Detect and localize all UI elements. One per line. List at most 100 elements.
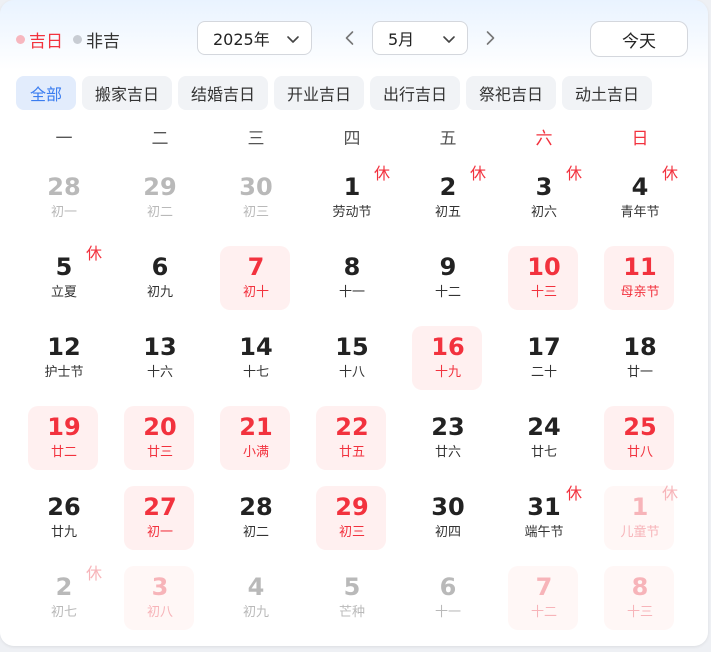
calendar-day-cell[interactable]: 9 十二 [400, 240, 496, 320]
calendar-day-cell[interactable]: 3 初六休 [496, 160, 592, 240]
tab-travel[interactable]: 出行吉日 [370, 76, 460, 110]
tab-moving[interactable]: 搬家吉日 [82, 76, 172, 110]
lunar-date: 十六 [146, 365, 173, 380]
lunar-date: 初一 [146, 525, 173, 540]
day-number: 30 [431, 493, 465, 521]
next-month-icon[interactable] [480, 28, 500, 48]
calendar-day-cell[interactable]: 2 初五休 [400, 160, 496, 240]
holiday-rest-badge: 休 [661, 164, 678, 183]
lunar-date: 儿童节 [620, 525, 660, 540]
calendar-day-cell[interactable]: 13 十六 [112, 320, 208, 400]
tab-worship[interactable]: 祭祀吉日 [466, 76, 556, 110]
holiday-rest-badge: 休 [85, 244, 102, 263]
calendar-day-cell[interactable]: 4 青年节休 [592, 160, 688, 240]
lunar-date: 初六 [530, 205, 557, 220]
day-number: 6 [439, 573, 457, 601]
calendar-day-cell[interactable]: 27 初一 [112, 480, 208, 560]
tab-all[interactable]: 全部 [16, 76, 76, 110]
lunar-date: 初七 [50, 605, 77, 620]
day-number: 24 [527, 413, 561, 441]
calendar-day-cell[interactable]: 12 护士节 [16, 320, 112, 400]
calendar-day-cell[interactable]: 1 劳动节休 [304, 160, 400, 240]
calendar-day-cell[interactable]: 8 十三 [592, 560, 688, 640]
lunar-date: 十七 [242, 365, 269, 380]
day-number: 8 [631, 573, 649, 601]
calendar-day-cell[interactable]: 3 初八 [112, 560, 208, 640]
calendar-day-cell[interactable]: 23 廿六 [400, 400, 496, 480]
calendar-day-cell[interactable]: 20 廿三 [112, 400, 208, 480]
calendar-day-cell[interactable]: 8 十一 [304, 240, 400, 320]
calendar-grid: 28 初一 29 初二 30 初三 1 劳动节休 2 初五休 3 初六休 4 青年节休 5 立夏休 6 初九 7 初十… [16, 160, 688, 640]
day-number: 27 [143, 493, 177, 521]
day-number: 28 [239, 493, 273, 521]
calendar-day-cell[interactable]: 2 初七休 [16, 560, 112, 640]
calendar-day-cell[interactable]: 5 立夏休 [16, 240, 112, 320]
tab-opening[interactable]: 开业吉日 [274, 76, 364, 110]
weekday-label: 六 [535, 129, 553, 149]
day-number: 11 [623, 253, 657, 281]
chevron-down-icon [443, 36, 455, 43]
month-select[interactable]: 5月 [372, 21, 468, 55]
tab-wedding[interactable]: 结婚吉日 [178, 76, 268, 110]
calendar-day-cell[interactable]: 18 廿一 [592, 320, 688, 400]
calendar-day-cell[interactable]: 30 初三 [208, 160, 304, 240]
calendar-day-cell[interactable]: 29 初二 [112, 160, 208, 240]
tab-groundbreaking[interactable]: 动土吉日 [562, 76, 652, 110]
calendar-day-cell[interactable]: 24 廿七 [496, 400, 592, 480]
day-number: 15 [335, 333, 369, 361]
calendar-day-cell[interactable]: 16 十九 [400, 320, 496, 400]
lunar-date: 端午节 [524, 525, 564, 540]
calendar-day-cell[interactable]: 31 端午节休 [496, 480, 592, 560]
day-number: 19 [47, 413, 81, 441]
holiday-rest-badge: 休 [661, 484, 678, 503]
calendar-week-row: 5 立夏休 6 初九 7 初十 8 十一 9 十二 10 十三 11 母亲节 [16, 240, 688, 320]
year-select[interactable]: 2025年 [197, 21, 312, 55]
day-number: 17 [527, 333, 561, 361]
calendar-day-cell[interactable]: 1 儿童节休 [592, 480, 688, 560]
prev-month-icon[interactable] [340, 28, 360, 48]
lunar-date: 立夏 [50, 285, 77, 300]
calendar-day-cell[interactable]: 28 初一 [16, 160, 112, 240]
calendar-day-cell[interactable]: 29 初三 [304, 480, 400, 560]
calendar-day-cell[interactable]: 14 十七 [208, 320, 304, 400]
lunar-date: 廿七 [530, 445, 557, 460]
calendar-week-row: 28 初一 29 初二 30 初三 1 劳动节休 2 初五休 3 初六休 4 青年节休 [16, 160, 688, 240]
weekday-label: 三 [247, 129, 265, 149]
day-number: 9 [439, 253, 457, 281]
lunar-date: 十三 [530, 285, 557, 300]
calendar-day-cell[interactable]: 7 十二 [496, 560, 592, 640]
calendar-day-cell[interactable]: 10 十三 [496, 240, 592, 320]
calendar-day-cell[interactable]: 7 初十 [208, 240, 304, 320]
calendar-day-cell[interactable]: 11 母亲节 [592, 240, 688, 320]
holiday-rest-badge: 休 [469, 164, 486, 183]
calendar-day-cell[interactable]: 19 廿二 [16, 400, 112, 480]
calendar-day-cell[interactable]: 5 芒种 [304, 560, 400, 640]
calendar-day-cell[interactable]: 6 初九 [112, 240, 208, 320]
calendar-day-cell[interactable]: 6 十一 [400, 560, 496, 640]
today-button[interactable]: 今天 [590, 21, 688, 57]
chevron-down-icon [287, 36, 299, 43]
calendar-day-cell[interactable]: 21 小满 [208, 400, 304, 480]
calendar-day-cell[interactable]: 25 廿八 [592, 400, 688, 480]
calendar-day-cell[interactable]: 4 初九 [208, 560, 304, 640]
lunar-date: 廿二 [50, 445, 77, 460]
lunar-date: 初四 [434, 525, 461, 540]
day-number: 20 [143, 413, 177, 441]
lunar-date: 十三 [626, 605, 653, 620]
unlucky-dot-icon [73, 35, 82, 44]
lunar-date: 初三 [242, 205, 269, 220]
lunar-date: 廿一 [626, 365, 653, 380]
weekday-label: 四 [343, 129, 361, 149]
calendar-day-cell[interactable]: 26 廿九 [16, 480, 112, 560]
lunar-date: 十八 [338, 365, 365, 380]
day-number: 4 [247, 573, 265, 601]
calendar-day-cell[interactable]: 30 初四 [400, 480, 496, 560]
calendar-day-cell[interactable]: 22 廿五 [304, 400, 400, 480]
lunar-date: 初八 [146, 605, 173, 620]
holiday-rest-badge: 休 [373, 164, 390, 183]
day-number: 10 [527, 253, 561, 281]
calendar-day-cell[interactable]: 28 初二 [208, 480, 304, 560]
calendar-day-cell[interactable]: 17 二十 [496, 320, 592, 400]
calendar-day-cell[interactable]: 15 十八 [304, 320, 400, 400]
lunar-date: 初十 [242, 285, 269, 300]
